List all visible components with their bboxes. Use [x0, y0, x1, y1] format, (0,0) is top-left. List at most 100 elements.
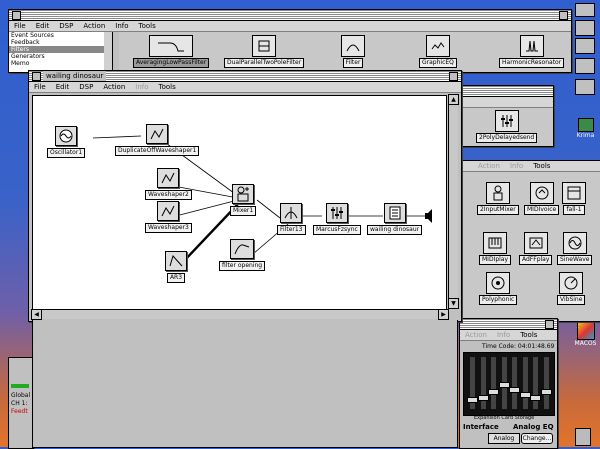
menu-action[interactable]: Action — [78, 21, 110, 31]
ar-envelope-node[interactable]: AR3 — [165, 251, 187, 283]
eq-band-slider[interactable] — [533, 357, 538, 409]
scroll-up-arrow[interactable]: ▲ — [448, 94, 459, 105]
library-item[interactable]: 2InputMixer — [477, 182, 519, 215]
menu-action[interactable]: Action — [460, 330, 492, 340]
scroll-left-arrow[interactable]: ◀ — [31, 309, 42, 320]
eq-band-knob[interactable] — [540, 389, 552, 396]
menu-action[interactable]: Action — [473, 161, 505, 171]
category-item-selected[interactable]: Filters — [9, 46, 104, 53]
category-item[interactable]: Generators — [9, 53, 104, 60]
library-item[interactable]: Polyphonic — [479, 272, 518, 305]
filter-curve-icon — [341, 35, 365, 57]
mixer-node[interactable]: Mixer1 — [230, 184, 257, 216]
filter-opening-node[interactable]: filter opening — [219, 239, 266, 271]
menu-dsp[interactable]: DSP — [74, 82, 98, 92]
menu-edit[interactable]: Edit — [51, 82, 75, 92]
patch-titlebar[interactable]: wailing dinosaur — [29, 71, 461, 82]
zoom-box[interactable] — [449, 72, 458, 81]
category-item[interactable]: Feedback — [9, 39, 104, 46]
duplicate-waveshaper-node[interactable]: DuplicateOffWaveshaper1 — [115, 124, 200, 156]
menu-tools[interactable]: Tools — [515, 330, 542, 340]
eq-titlebar[interactable] — [460, 319, 557, 330]
menu-action[interactable]: Action — [98, 82, 130, 92]
filter-item[interactable]: Filter — [341, 35, 365, 68]
small-window-icon[interactable] — [575, 58, 595, 74]
eq-band-slider[interactable] — [480, 357, 486, 409]
menu-info[interactable]: Info — [110, 21, 133, 31]
change-button[interactable]: Change... — [521, 433, 553, 444]
menu-tools[interactable]: Tools — [528, 161, 555, 171]
dual-filter-icon — [252, 35, 277, 57]
scroll-right-arrow[interactable]: ▶ — [438, 309, 449, 320]
filter-node[interactable]: Filter13 — [277, 203, 306, 235]
library-item[interactable]: 2PolyDelayedsend — [476, 110, 538, 143]
small-window-icon[interactable] — [575, 3, 595, 17]
output-node[interactable]: wailing dinosaur — [367, 203, 423, 235]
desktop-icon-krima[interactable]: Krima — [571, 118, 600, 139]
waveshaper2-node[interactable]: Waveshaper2 — [145, 168, 192, 200]
menu-tools[interactable]: Tools — [134, 21, 161, 31]
vertical-scrollbar[interactable]: ▲ ▼ — [448, 94, 459, 309]
speaker-output-icon — [425, 209, 432, 223]
menu-dsp[interactable]: DSP — [54, 21, 78, 31]
category-item[interactable]: Memo — [9, 60, 104, 67]
sine-wave-icon — [562, 232, 587, 254]
waveshaper3-node[interactable]: Waveshaper3 — [145, 201, 192, 233]
eq-band-knob[interactable] — [530, 394, 541, 401]
category-list: Event Sources Feedback Filters Generator… — [9, 32, 105, 72]
scroll-down-arrow[interactable]: ▼ — [448, 298, 459, 309]
midi-play-icon — [483, 232, 508, 254]
small-window-icon[interactable] — [575, 38, 595, 54]
filter-item[interactable]: GraphicEQ — [419, 35, 457, 68]
library-item[interactable]: MIDIplay — [479, 232, 512, 265]
eq-band-slider[interactable] — [543, 357, 549, 409]
close-box[interactable] — [12, 11, 21, 20]
library-item[interactable]: fall-1 — [562, 182, 586, 215]
eq-band-knob[interactable] — [467, 397, 478, 404]
small-window-icon[interactable] — [575, 20, 595, 36]
eq-band-knob[interactable] — [509, 386, 520, 393]
eq-band-slider[interactable] — [522, 357, 528, 409]
marcus-fzsync-node[interactable]: MarcusFzsync — [313, 203, 361, 235]
lowpass-icon — [149, 35, 194, 57]
menu-file[interactable]: File — [29, 82, 51, 92]
category-item[interactable]: Event Sources — [9, 32, 104, 39]
zoom-box[interactable] — [559, 11, 568, 20]
patch-menubar: File Edit DSP Action Info Tools — [29, 82, 461, 93]
small-window-icon[interactable] — [575, 79, 595, 95]
menu-info[interactable]: Info — [492, 330, 515, 340]
menu-edit[interactable]: Edit — [31, 21, 55, 31]
eq-band-knob[interactable] — [519, 392, 531, 398]
menu-info[interactable]: Info — [130, 82, 153, 92]
filters-titlebar[interactable] — [9, 10, 571, 21]
fall-icon — [562, 182, 586, 204]
filter-icon — [280, 203, 303, 223]
patch-canvas[interactable]: Oscillator1 DuplicateOffWaveshaper1 Wave… — [32, 95, 447, 310]
back-window-a-titlebar[interactable] — [460, 86, 553, 97]
filter-item[interactable]: DualParallelTwoPoleFilter — [224, 35, 305, 68]
eq-band-knob[interactable] — [488, 389, 499, 396]
library-item[interactable]: VibSine — [557, 272, 586, 305]
horizontal-scrollbar[interactable]: ◀ ▶ — [31, 309, 449, 320]
trash-icon[interactable] — [575, 428, 591, 446]
filter-item[interactable]: HarmonicResonator — [499, 35, 565, 68]
library-item[interactable]: MIDIvoice — [524, 182, 560, 215]
eq-band-knob[interactable] — [477, 394, 489, 401]
menu-info[interactable]: Info — [505, 161, 528, 171]
eq-band-slider[interactable] — [512, 357, 517, 409]
library-item[interactable]: AdFFplay — [519, 232, 553, 265]
desktop-icon-macos[interactable]: MACOS — [571, 322, 600, 347]
filter-item[interactable]: AveragingLowPassFilter — [133, 35, 210, 68]
mode-select[interactable]: Analog — [488, 433, 520, 444]
envelope-curve-icon — [230, 239, 255, 259]
close-box[interactable] — [32, 72, 41, 81]
global-window: Global CH 1: Feedt — [8, 357, 34, 449]
menu-tools[interactable]: Tools — [154, 82, 181, 92]
eq-band-knob[interactable] — [498, 381, 510, 388]
category-scrollbar[interactable] — [104, 32, 113, 72]
eq-band-slider[interactable] — [491, 357, 496, 409]
menu-file[interactable]: File — [9, 21, 31, 31]
oscillator-node[interactable]: Oscillator1 — [47, 126, 86, 158]
zoom-box[interactable] — [545, 320, 554, 329]
library-item[interactable]: SineWave — [557, 232, 593, 265]
